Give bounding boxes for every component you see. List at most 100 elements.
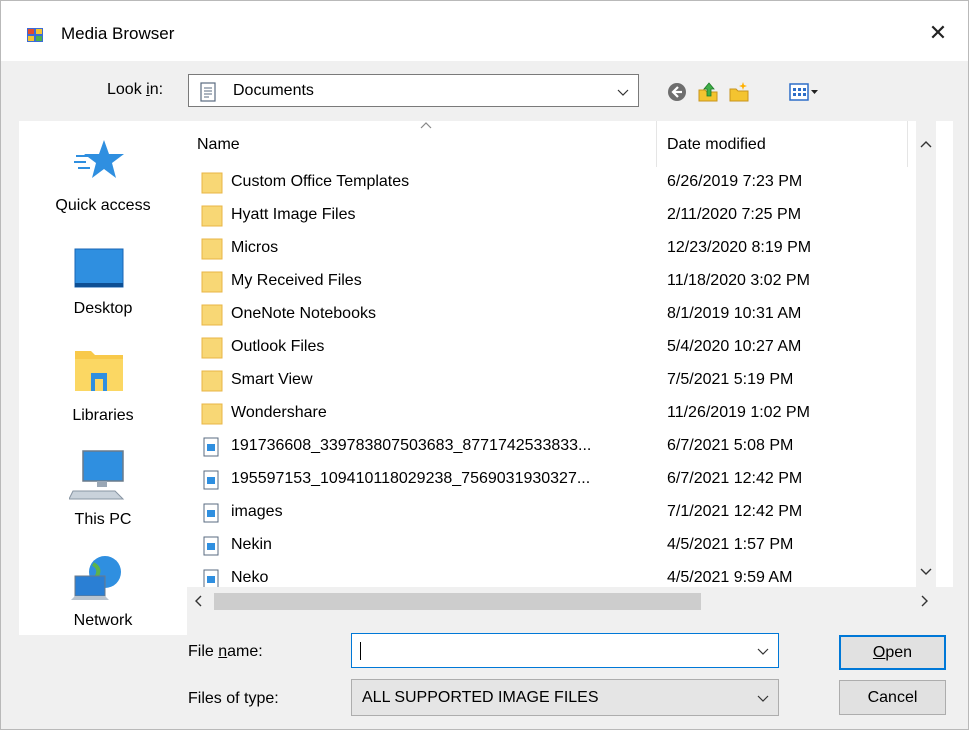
folder-row[interactable]: Wondershare11/26/2019 1:02 PMFil (187, 398, 934, 431)
lookin-combobox[interactable]: Documents (188, 74, 639, 107)
column-separator (656, 121, 657, 167)
column-header-label: Name (197, 136, 240, 153)
place-quick-access[interactable]: Quick access (19, 121, 187, 221)
place-label: Desktop (73, 300, 133, 317)
chevron-down-icon (757, 695, 769, 702)
folder-row[interactable]: Micros12/23/2020 8:19 PMFil (187, 233, 934, 266)
folder-icon (201, 172, 223, 194)
folder-row[interactable]: Hyatt Image Files2/11/2020 7:25 PMFil (187, 200, 934, 233)
folder-icon (201, 304, 223, 326)
place-label: Quick access (55, 197, 151, 214)
file-date-cell: 11/18/2020 3:02 PM (667, 272, 810, 289)
scroll-right-icon[interactable] (920, 595, 930, 607)
file-date-cell: 12/23/2020 8:19 PM (667, 239, 812, 256)
scroll-up-icon[interactable] (920, 139, 932, 149)
scroll-down-icon[interactable] (920, 567, 932, 577)
horizontal-scroll-thumb[interactable] (214, 593, 701, 610)
file-name-cell: Wondershare (231, 404, 327, 421)
file-row[interactable]: images7/1/2021 12:42 PMJP (187, 497, 936, 530)
media-browser-dialog: Media Browser ✕ Look in: Documents Quick… (0, 0, 969, 730)
place-this-pc[interactable]: This PC (19, 441, 187, 541)
column-separator (907, 121, 908, 167)
filename-label: File name: (188, 643, 263, 661)
vertical-scrollbar[interactable] (916, 121, 936, 615)
image-file-icon (203, 470, 219, 490)
scrollbar-corner (936, 587, 953, 615)
file-name-cell: images (231, 503, 283, 520)
network-icon (71, 556, 121, 600)
file-date-cell: 7/1/2021 12:42 PM (667, 503, 803, 520)
file-date-cell: 4/5/2021 9:59 AM (667, 569, 793, 586)
folder-row[interactable]: Smart View7/5/2021 5:19 PMFil (187, 365, 934, 398)
file-date-cell: 6/26/2019 7:23 PM (667, 173, 803, 190)
horizontal-scrollbar[interactable] (187, 587, 936, 615)
back-icon[interactable] (666, 81, 688, 103)
close-icon: ✕ (928, 20, 948, 45)
file-name-cell: 195597153_109410118029238_7569031930327.… (231, 470, 591, 487)
folder-row[interactable]: OneNote Notebooks8/1/2019 10:31 AMFil (187, 299, 934, 332)
lookin-value: Documents (233, 82, 314, 99)
scroll-left-icon[interactable] (193, 595, 203, 607)
place-label: Libraries (72, 407, 134, 424)
place-desktop[interactable]: Desktop (19, 231, 187, 331)
file-row[interactable]: 191736608_339783807503683_8771742533833.… (187, 431, 936, 464)
places-bar: Quick access Desktop Libraries This PC N… (19, 121, 187, 635)
cancel-button-label: Cancel (867, 689, 918, 706)
file-date-cell: 7/5/2021 5:19 PM (667, 371, 794, 388)
column-header-label: Date modified (667, 136, 766, 153)
cancel-button[interactable]: Cancel (839, 680, 946, 715)
filename-input[interactable] (351, 633, 779, 668)
file-name-cell: Custom Office Templates (231, 173, 410, 190)
view-menu-icon[interactable] (788, 81, 820, 103)
libraries-icon (75, 351, 123, 391)
folder-row[interactable]: Custom Office Templates 6/26/2019 7:23 PM… (187, 167, 934, 200)
sort-ascending-icon (420, 122, 432, 129)
file-name-cell: Micros (231, 239, 279, 256)
image-file-icon (203, 437, 219, 457)
folder-icon (201, 271, 223, 293)
file-date-cell: 5/4/2020 10:27 AM (667, 338, 802, 355)
file-name-cell: Outlook Files (231, 338, 325, 355)
desktop-icon (74, 248, 124, 288)
chevron-down-icon (617, 89, 629, 96)
file-row[interactable]: Nekin4/5/2021 1:57 PMJP (187, 530, 936, 563)
open-button-accel: O (872, 644, 886, 661)
documents-icon (200, 82, 216, 102)
close-button[interactable]: ✕ (908, 13, 968, 53)
file-row[interactable]: 195597153_109410118029238_7569031930327.… (187, 464, 936, 497)
filename-label-part: ame: (227, 643, 263, 660)
app-icon (27, 28, 43, 42)
file-name-cell: Smart View (231, 371, 313, 388)
file-date-cell: 4/5/2021 1:57 PM (667, 536, 794, 553)
window-title: Media Browser (61, 24, 175, 43)
column-header-date[interactable]: Date modified (667, 121, 907, 167)
image-file-icon (203, 503, 219, 523)
place-network[interactable]: Network (19, 546, 187, 636)
file-name-cell: Nekin (231, 536, 272, 553)
place-libraries[interactable]: Libraries (19, 336, 187, 436)
filetype-label: Files of type: (188, 690, 279, 707)
filetype-combobox[interactable]: ALL SUPPORTED IMAGE FILES (351, 679, 779, 716)
folder-row[interactable]: My Received Files11/18/2020 3:02 PMFil (187, 266, 934, 299)
file-list[interactable]: Name Date modified Ty Custom Office Temp… (187, 121, 953, 615)
file-date-cell: 11/26/2019 1:02 PM (667, 404, 810, 421)
file-date-cell: 6/7/2021 12:42 PM (667, 470, 803, 487)
image-file-icon (203, 536, 219, 556)
filename-label-part: File (188, 643, 219, 660)
folder-row[interactable]: Outlook Files5/4/2020 10:27 AMFil (187, 332, 934, 365)
folder-icon (201, 238, 223, 260)
file-name-cell: My Received Files (231, 272, 362, 289)
up-folder-icon[interactable] (697, 81, 719, 103)
open-button[interactable]: Open (839, 635, 946, 670)
new-folder-icon[interactable] (728, 81, 750, 103)
file-name-cell: 191736608_339783807503683_8771742533833.… (231, 437, 592, 454)
lookin-label: Look in: (107, 81, 164, 98)
place-label: Network (73, 612, 133, 629)
file-date-cell: 6/7/2021 5:08 PM (667, 437, 794, 454)
chevron-down-icon[interactable] (757, 645, 769, 657)
open-button-label: pen (885, 644, 913, 661)
computer-icon (69, 450, 125, 500)
folder-icon (201, 403, 223, 425)
file-name-cell: Neko (231, 569, 269, 586)
title-bar: Media Browser ✕ (1, 1, 968, 61)
